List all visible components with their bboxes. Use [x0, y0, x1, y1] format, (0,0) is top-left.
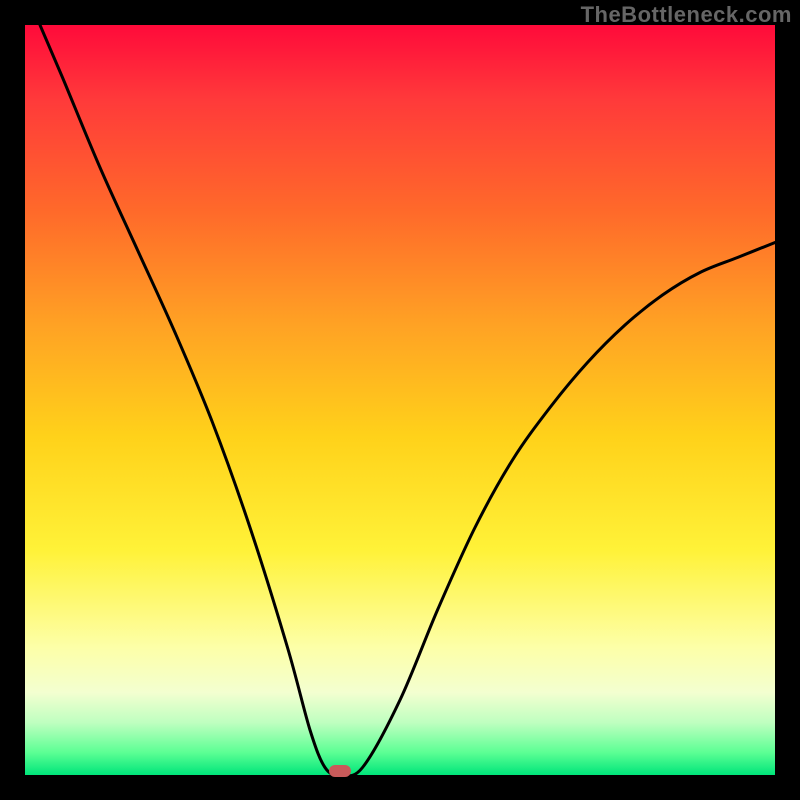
- plot-area: [25, 25, 775, 775]
- optimal-marker: [329, 765, 351, 777]
- bottleneck-curve: [25, 25, 775, 775]
- watermark-text: TheBottleneck.com: [581, 2, 792, 28]
- chart-frame: TheBottleneck.com: [0, 0, 800, 800]
